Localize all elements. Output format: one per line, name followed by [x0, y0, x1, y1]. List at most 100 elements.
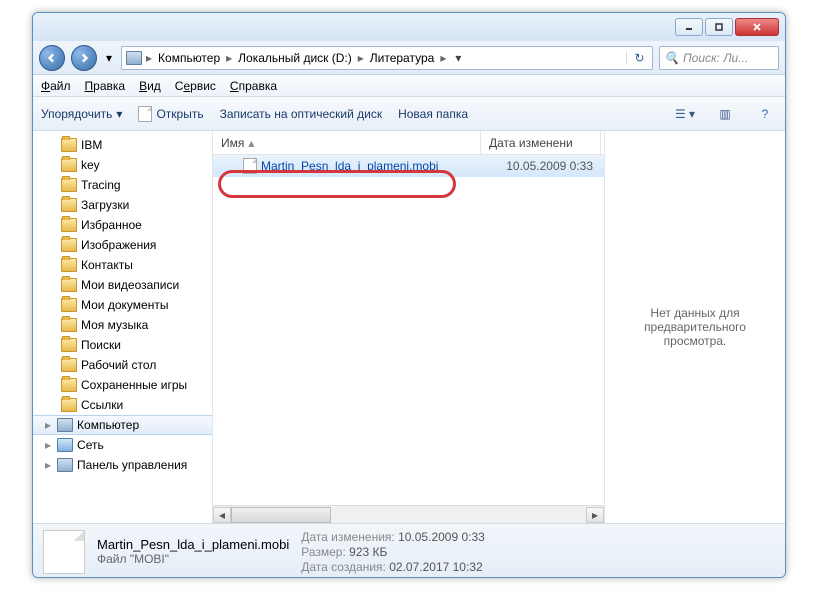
nav-bar: ▾ ▸ Компьютер ▸ Локальный диск (D:) ▸ Ли…: [33, 41, 785, 75]
file-thumbnail: [43, 530, 85, 574]
preview-pane: Нет данных для предварительного просмотр…: [605, 131, 785, 523]
tree-item[interactable]: Tracing: [33, 175, 212, 195]
expand-icon[interactable]: ▸: [45, 458, 51, 472]
close-button[interactable]: [735, 18, 779, 36]
details-filename: Martin_Pesn_lda_i_plameni.mobi: [97, 537, 289, 552]
tree-item[interactable]: Мои видеозаписи: [33, 275, 212, 295]
tree-computer[interactable]: ▸Компьютер: [33, 415, 212, 435]
folder-icon: [61, 178, 77, 192]
maximize-button[interactable]: [705, 18, 733, 36]
folder-icon: [61, 258, 77, 272]
h-scrollbar[interactable]: ◂ ▸: [213, 505, 604, 523]
col-modified[interactable]: Дата изменени: [481, 131, 601, 154]
details-created-label: Дата создания:: [301, 560, 386, 574]
chevron-down-icon: ▾: [116, 107, 122, 121]
tree-item[interactable]: Загрузки: [33, 195, 212, 215]
controlpanel-icon: [57, 458, 73, 472]
expand-icon[interactable]: ▸: [45, 418, 51, 432]
file-list: Имя▴ Дата изменени Martin_Pesn_lda_i_pla…: [213, 131, 605, 523]
chevron-right-icon: ▸: [146, 51, 152, 65]
folder-icon: [61, 358, 77, 372]
details-size-label: Размер:: [301, 545, 346, 559]
menu-file[interactable]: Файл: [41, 79, 71, 93]
folder-icon: [61, 138, 77, 152]
folder-icon: [61, 378, 77, 392]
file-name: Martin_Pesn_lda_i_plameni.mobi: [261, 159, 438, 173]
computer-icon: [57, 418, 73, 432]
forward-button[interactable]: [71, 45, 97, 71]
address-bar[interactable]: ▸ Компьютер ▸ Локальный диск (D:) ▸ Лите…: [121, 46, 653, 70]
details-created: 02.07.2017 10:32: [389, 560, 482, 574]
details-modified: 10.05.2009 0:33: [398, 530, 485, 544]
tree-item[interactable]: Изображения: [33, 235, 212, 255]
breadcrumb-computer[interactable]: Компьютер: [156, 49, 222, 67]
nav-history-dropdown[interactable]: ▾: [103, 45, 115, 71]
refresh-button[interactable]: ↻: [626, 51, 648, 65]
scroll-thumb[interactable]: [231, 507, 331, 523]
organize-button[interactable]: Упорядочить ▾: [41, 107, 122, 121]
folder-icon: [61, 238, 77, 252]
nav-tree[interactable]: IBM key Tracing Загрузки Избранное Изобр…: [33, 131, 213, 523]
menu-edit[interactable]: Правка: [85, 79, 126, 93]
content-area: IBM key Tracing Загрузки Избранное Изобр…: [33, 131, 785, 523]
breadcrumb-folder[interactable]: Литература: [368, 49, 437, 67]
sort-asc-icon: ▴: [248, 136, 254, 150]
chevron-right-icon: ▸: [440, 51, 446, 65]
preview-empty-text: Нет данных для предварительного просмотр…: [615, 306, 775, 348]
chevron-right-icon: ▸: [358, 51, 364, 65]
tree-item[interactable]: Ссылки: [33, 395, 212, 415]
search-placeholder: Поиск: Ли...: [683, 51, 748, 65]
folder-icon: [61, 398, 77, 412]
back-button[interactable]: [39, 45, 65, 71]
help-button[interactable]: ?: [753, 102, 777, 126]
chevron-right-icon: ▸: [226, 51, 232, 65]
folder-icon: [61, 278, 77, 292]
search-box[interactable]: 🔍 Поиск: Ли...: [659, 46, 779, 70]
tree-item[interactable]: Мои документы: [33, 295, 212, 315]
search-icon: 🔍: [664, 51, 679, 65]
menu-view[interactable]: Вид: [139, 79, 161, 93]
folder-icon: [61, 218, 77, 232]
scroll-left-icon[interactable]: ◂: [213, 507, 231, 523]
minimize-button[interactable]: [675, 18, 703, 36]
scroll-right-icon[interactable]: ▸: [586, 507, 604, 523]
file-icon: [138, 106, 152, 122]
explorer-window: ▾ ▸ Компьютер ▸ Локальный диск (D:) ▸ Ли…: [32, 12, 786, 578]
tree-item[interactable]: Избранное: [33, 215, 212, 235]
titlebar: [33, 13, 785, 41]
folder-icon: [61, 338, 77, 352]
file-icon: [243, 158, 257, 174]
newfolder-button[interactable]: Новая папка: [398, 107, 468, 121]
folder-icon: [61, 318, 77, 332]
address-dropdown[interactable]: ▾: [450, 51, 466, 65]
details-pane: Martin_Pesn_lda_i_plameni.mobi Файл "MOB…: [33, 523, 785, 578]
col-name[interactable]: Имя▴: [213, 131, 481, 154]
tree-item[interactable]: Рабочий стол: [33, 355, 212, 375]
computer-icon: [126, 51, 142, 65]
preview-pane-button[interactable]: ▥: [713, 102, 737, 126]
open-button[interactable]: Открыть: [138, 106, 203, 122]
burn-button[interactable]: Записать на оптический диск: [220, 107, 383, 121]
menu-bar: Файл Правка Вид Сервис Справка: [33, 75, 785, 97]
tree-item[interactable]: IBM: [33, 135, 212, 155]
tree-item[interactable]: key: [33, 155, 212, 175]
file-row[interactable]: Martin_Pesn_lda_i_plameni.mobi 10.05.200…: [213, 155, 604, 177]
tree-item[interactable]: Сохраненные игры: [33, 375, 212, 395]
menu-help[interactable]: Справка: [230, 79, 277, 93]
tree-item[interactable]: Поиски: [33, 335, 212, 355]
expand-icon[interactable]: ▸: [45, 438, 51, 452]
tree-network[interactable]: ▸Сеть: [33, 435, 212, 455]
folder-icon: [61, 158, 77, 172]
column-headers: Имя▴ Дата изменени: [213, 131, 604, 155]
network-icon: [57, 438, 73, 452]
folder-icon: [61, 198, 77, 212]
breadcrumb-drive[interactable]: Локальный диск (D:): [236, 49, 354, 67]
tree-item[interactable]: Контакты: [33, 255, 212, 275]
toolbar: Упорядочить ▾ Открыть Записать на оптиче…: [33, 97, 785, 131]
details-size: 923 КБ: [349, 545, 387, 559]
tree-item[interactable]: Моя музыка: [33, 315, 212, 335]
file-modified: 10.05.2009 0:33: [481, 159, 601, 173]
tree-controlpanel[interactable]: ▸Панель управления: [33, 455, 212, 475]
view-mode-button[interactable]: ☰ ▾: [673, 102, 697, 126]
menu-tools[interactable]: Сервис: [175, 79, 216, 93]
